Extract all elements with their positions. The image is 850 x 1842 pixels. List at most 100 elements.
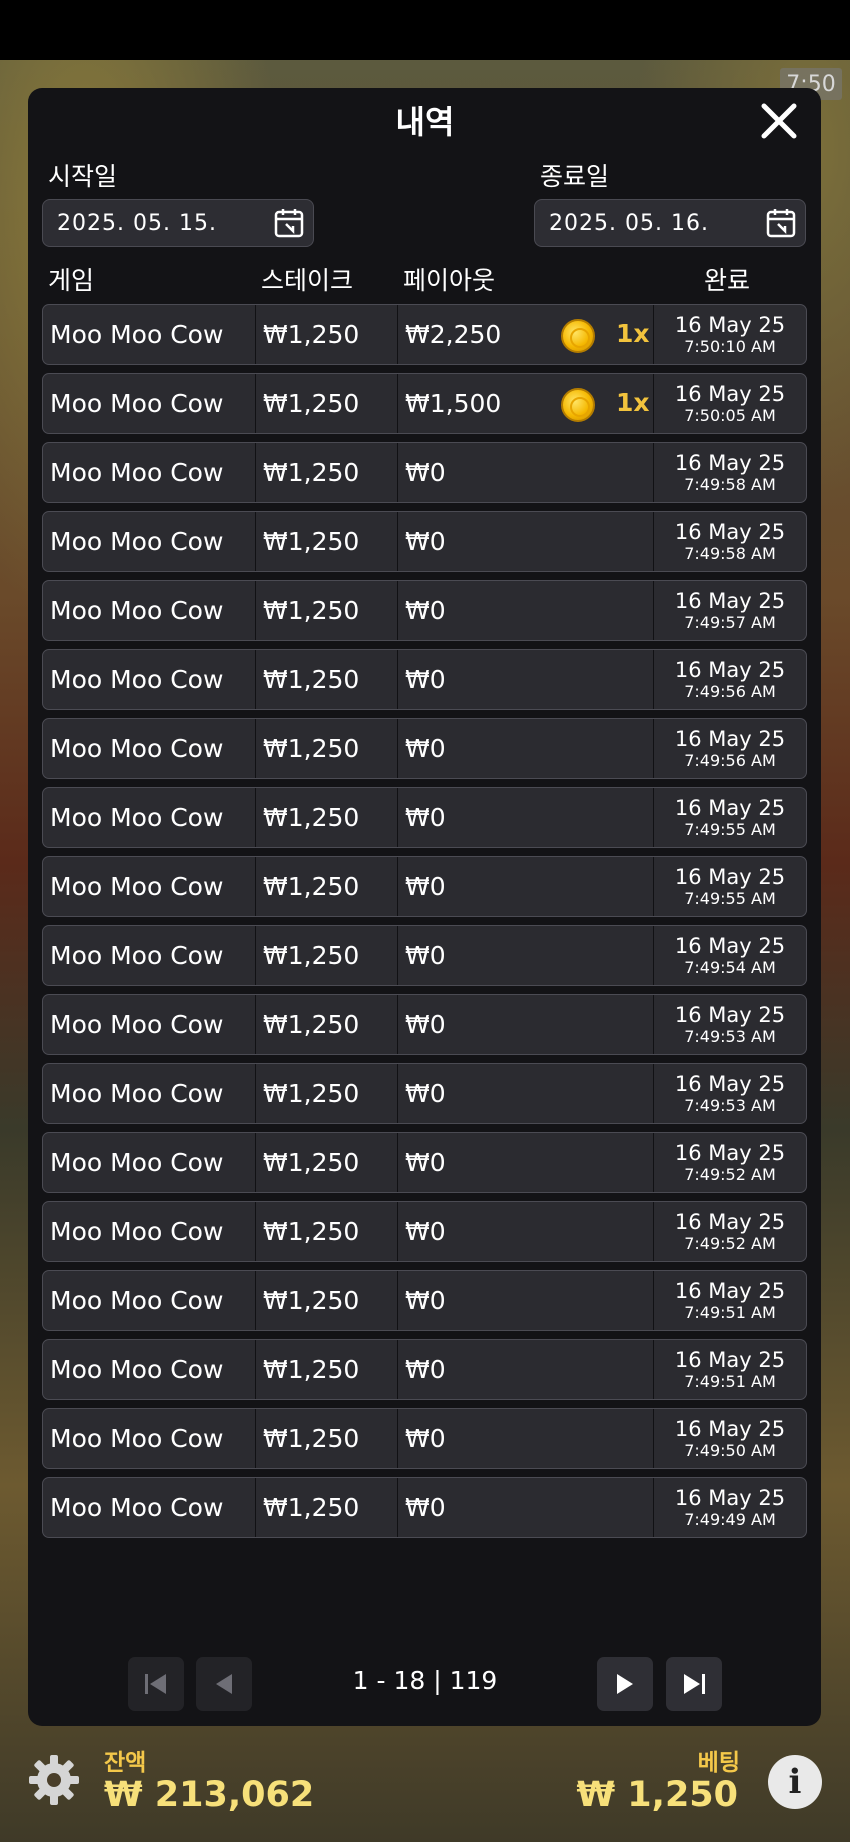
row-stake: ₩1,250 [256,788,398,847]
row-payout-cell: ₩0 [398,1271,654,1330]
row-payout-cell: ₩2,250 1x [398,305,654,364]
history-row[interactable]: Moo Moo Cow ₩1,250 ₩0 16 May 25 7:49:50 AM [42,1408,807,1469]
row-stake: ₩1,250 [256,650,398,709]
column-header-payout: 페이아웃 [403,266,496,295]
row-payout-cell: ₩0 [398,512,654,571]
history-row[interactable]: Moo Moo Cow ₩1,250 ₩0 16 May 25 7:49:53 AM [42,1063,807,1124]
row-payout-cell: ₩0 [398,995,654,1054]
row-game: Moo Moo Cow [43,788,256,847]
row-game: Moo Moo Cow [43,305,256,364]
row-payout: ₩1,500 [405,389,502,418]
info-icon: i [788,1762,802,1802]
row-completed: 16 May 25 7:49:53 AM [654,1064,806,1123]
history-row[interactable]: Moo Moo Cow ₩1,250 ₩0 16 May 25 7:49:55 AM [42,787,807,848]
row-game: Moo Moo Cow [43,857,256,916]
history-row[interactable]: Moo Moo Cow ₩1,250 ₩0 16 May 25 7:49:49 AM [42,1477,807,1538]
row-date: 16 May 25 [674,1002,786,1027]
next-page-icon [617,1674,633,1694]
history-row[interactable]: Moo Moo Cow ₩1,250 ₩0 16 May 25 7:49:56 AM [42,649,807,710]
info-button[interactable]: i [768,1755,822,1809]
balance-label: 잔액 [104,1750,147,1776]
row-payout-cell: ₩0 [398,581,654,640]
row-payout: ₩0 [405,803,446,832]
row-date: 16 May 25 [674,381,786,406]
row-time: 7:49:58 AM [684,543,776,563]
end-date-field[interactable]: 2025. 05. 16. [534,199,806,247]
row-time: 7:50:10 AM [684,336,776,356]
row-game: Moo Moo Cow [43,443,256,502]
history-row[interactable]: Moo Moo Cow ₩1,250 ₩0 16 May 25 7:49:51 AM [42,1339,807,1400]
history-row[interactable]: Moo Moo Cow ₩1,250 ₩0 16 May 25 7:49:56 AM [42,718,807,779]
row-date: 16 May 25 [674,1485,786,1510]
settings-button[interactable] [26,1752,82,1808]
row-payout-cell: ₩0 [398,926,654,985]
calendar-icon[interactable] [273,207,305,239]
row-completed: 16 May 25 7:50:10 AM [654,305,806,364]
row-stake: ₩1,250 [256,926,398,985]
row-completed: 16 May 25 7:49:52 AM [654,1202,806,1261]
history-row[interactable]: Moo Moo Cow ₩1,250 ₩0 16 May 25 7:49:57 AM [42,580,807,641]
row-stake: ₩1,250 [256,1478,398,1537]
row-completed: 16 May 25 7:49:56 AM [654,650,806,709]
coin-icon [561,388,595,422]
history-row[interactable]: Moo Moo Cow ₩1,250 ₩0 16 May 25 7:49:52 AM [42,1132,807,1193]
history-row[interactable]: Moo Moo Cow ₩1,250 ₩0 16 May 25 7:49:51 AM [42,1270,807,1331]
history-row[interactable]: Moo Moo Cow ₩1,250 ₩0 16 May 25 7:49:55 AM [42,856,807,917]
first-page-icon [145,1674,166,1694]
coin-icon [561,319,595,353]
history-row[interactable]: Moo Moo Cow ₩1,250 ₩0 16 May 25 7:49:58 AM [42,442,807,503]
row-time: 7:49:55 AM [684,888,776,908]
row-stake: ₩1,250 [256,1202,398,1261]
row-payout: ₩0 [405,1079,446,1108]
first-page-button[interactable] [128,1657,184,1711]
row-payout-cell: ₩0 [398,1340,654,1399]
start-date-label: 시작일 [48,162,118,191]
row-game: Moo Moo Cow [43,1409,256,1468]
calendar-icon[interactable] [765,207,797,239]
start-date-field[interactable]: 2025. 05. 15. [42,199,314,247]
row-date: 16 May 25 [674,1140,786,1165]
row-stake: ₩1,250 [256,1340,398,1399]
history-row[interactable]: Moo Moo Cow ₩1,250 ₩0 16 May 25 7:49:58 AM [42,511,807,572]
row-time: 7:49:55 AM [684,819,776,839]
row-multiplier: 1x [616,319,650,348]
row-completed: 16 May 25 7:49:58 AM [654,512,806,571]
row-payout-cell: ₩0 [398,1202,654,1261]
row-stake: ₩1,250 [256,1064,398,1123]
next-page-button[interactable] [597,1657,653,1711]
row-payout-cell: ₩0 [398,719,654,778]
row-game: Moo Moo Cow [43,374,256,433]
row-completed: 16 May 25 7:50:05 AM [654,374,806,433]
history-row[interactable]: Moo Moo Cow ₩1,250 ₩1,500 1x 16 May 25 7:50:0… [42,373,807,434]
row-time: 7:49:54 AM [684,957,776,977]
row-completed: 16 May 25 7:49:56 AM [654,719,806,778]
row-payout: ₩2,250 [405,320,502,349]
history-row[interactable]: Moo Moo Cow ₩1,250 ₩0 16 May 25 7:49:53 AM [42,994,807,1055]
row-stake: ₩1,250 [256,1133,398,1192]
row-payout: ₩0 [405,734,446,763]
history-row[interactable]: Moo Moo Cow ₩1,250 ₩0 16 May 25 7:49:54 AM [42,925,807,986]
row-date: 16 May 25 [674,726,786,751]
row-payout: ₩0 [405,1010,446,1039]
row-game: Moo Moo Cow [43,512,256,571]
row-stake: ₩1,250 [256,305,398,364]
prev-page-button[interactable] [196,1657,252,1711]
row-date: 16 May 25 [674,519,786,544]
row-time: 7:49:56 AM [684,681,776,701]
history-row[interactable]: Moo Moo Cow ₩1,250 ₩2,250 1x 16 May 25 7:50:1… [42,304,807,365]
row-multiplier: 1x [616,388,650,417]
start-date-value: 2025. 05. 15. [57,210,217,236]
row-completed: 16 May 25 7:49:55 AM [654,788,806,847]
row-stake: ₩1,250 [256,1271,398,1330]
row-game: Moo Moo Cow [43,926,256,985]
close-icon [761,103,797,139]
row-completed: 16 May 25 7:49:58 AM [654,443,806,502]
close-button[interactable] [758,100,800,142]
row-payout-cell: ₩0 [398,650,654,709]
last-page-button[interactable] [666,1657,722,1711]
row-payout: ₩0 [405,872,446,901]
gear-icon [29,1755,79,1805]
row-payout: ₩0 [405,1286,446,1315]
history-row[interactable]: Moo Moo Cow ₩1,250 ₩0 16 May 25 7:49:52 AM [42,1201,807,1262]
row-payout-cell: ₩1,500 1x [398,374,654,433]
